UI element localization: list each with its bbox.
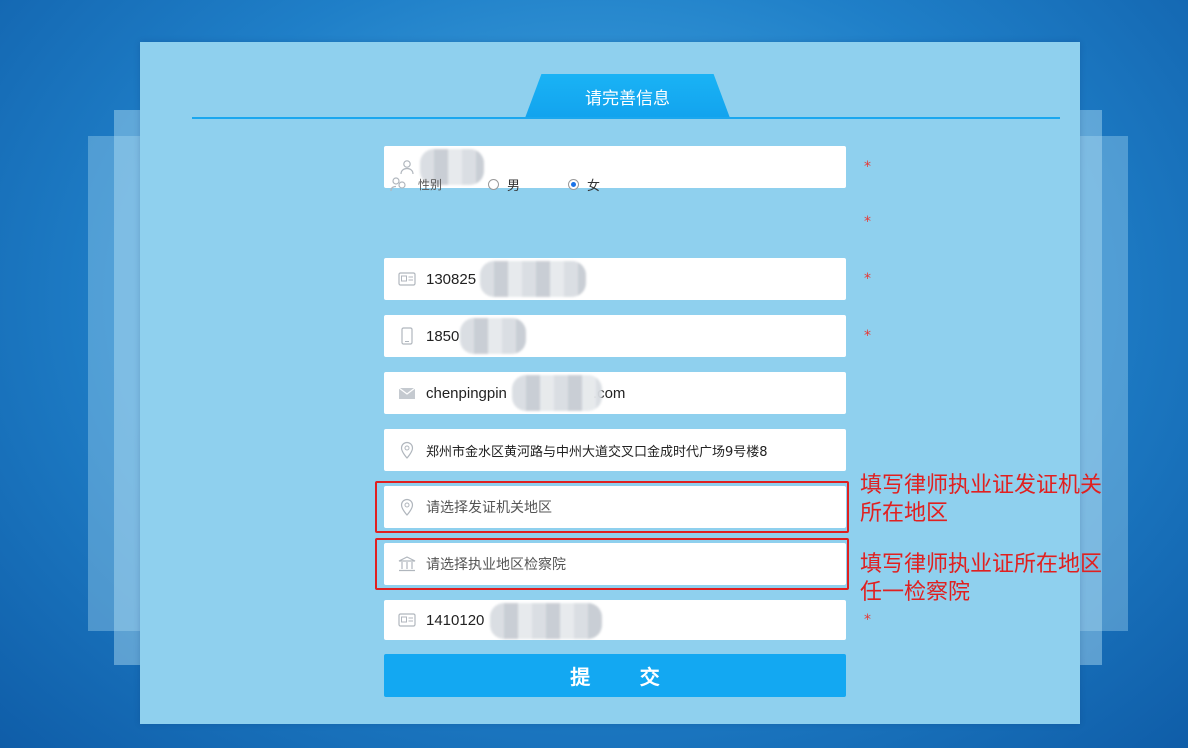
gender-icon xyxy=(388,176,410,192)
id-number-value: 130825 xyxy=(426,270,477,288)
redacted-blur xyxy=(490,603,602,639)
gender-radio-male[interactable] xyxy=(488,178,500,190)
license-number-field[interactable]: 1410120 xyxy=(384,600,846,640)
required-mark: * xyxy=(864,328,871,344)
tab-underline xyxy=(192,117,1060,119)
submit-button[interactable]: 提 交 xyxy=(384,654,846,697)
gender-option-male[interactable]: 男 xyxy=(507,175,520,194)
form-title-tab: 请完善信息 xyxy=(525,74,730,118)
phone-field[interactable]: 1850 xyxy=(384,315,846,357)
location-icon xyxy=(396,441,418,459)
id-number-field[interactable]: 130825 xyxy=(384,258,846,300)
address-value: 郑州市金水区黄河路与中州大道交叉口金成时代广场9号楼8 xyxy=(426,444,768,460)
email-field[interactable]: chenpingpin .com xyxy=(384,372,846,414)
id-card-icon xyxy=(396,272,418,286)
gender-label: 性别 xyxy=(418,177,443,192)
required-mark: * xyxy=(864,214,871,230)
license-number-value: 1410120 xyxy=(426,611,485,629)
phone-value: 1850 xyxy=(426,327,460,345)
redacted-blur xyxy=(480,261,586,297)
mail-icon xyxy=(396,387,418,400)
phone-icon xyxy=(396,327,418,345)
required-mark: * xyxy=(864,612,871,628)
highlight-box xyxy=(375,538,849,590)
address-field[interactable]: 郑州市金水区黄河路与中州大道交叉口金成时代广场9号楼8 xyxy=(384,429,846,471)
id-card-icon xyxy=(396,613,418,627)
highlight-box xyxy=(375,481,849,533)
annotation-procuratorate: 填写律师执业证所在地区 任一检察院 xyxy=(860,551,1102,607)
annotation-issuing-region: 填写律师执业证发证机关 所在地区 xyxy=(860,472,1102,528)
gender-row: 性别 男 女 xyxy=(388,170,848,198)
gender-option-female[interactable]: 女 xyxy=(587,175,600,194)
required-mark: * xyxy=(864,271,871,287)
required-mark: * xyxy=(864,159,871,175)
annotation-line: 填写律师执业证所在地区 xyxy=(860,552,1103,577)
email-value-prefix: chenpingpin xyxy=(426,384,507,402)
annotation-line: 所在地区 xyxy=(860,501,949,526)
gender-radio-female[interactable] xyxy=(568,178,580,190)
redacted-blur xyxy=(512,375,602,411)
annotation-line: 填写律师执业证发证机关 xyxy=(860,473,1103,498)
annotation-line: 任一检察院 xyxy=(860,580,971,605)
redacted-blur xyxy=(460,318,526,354)
